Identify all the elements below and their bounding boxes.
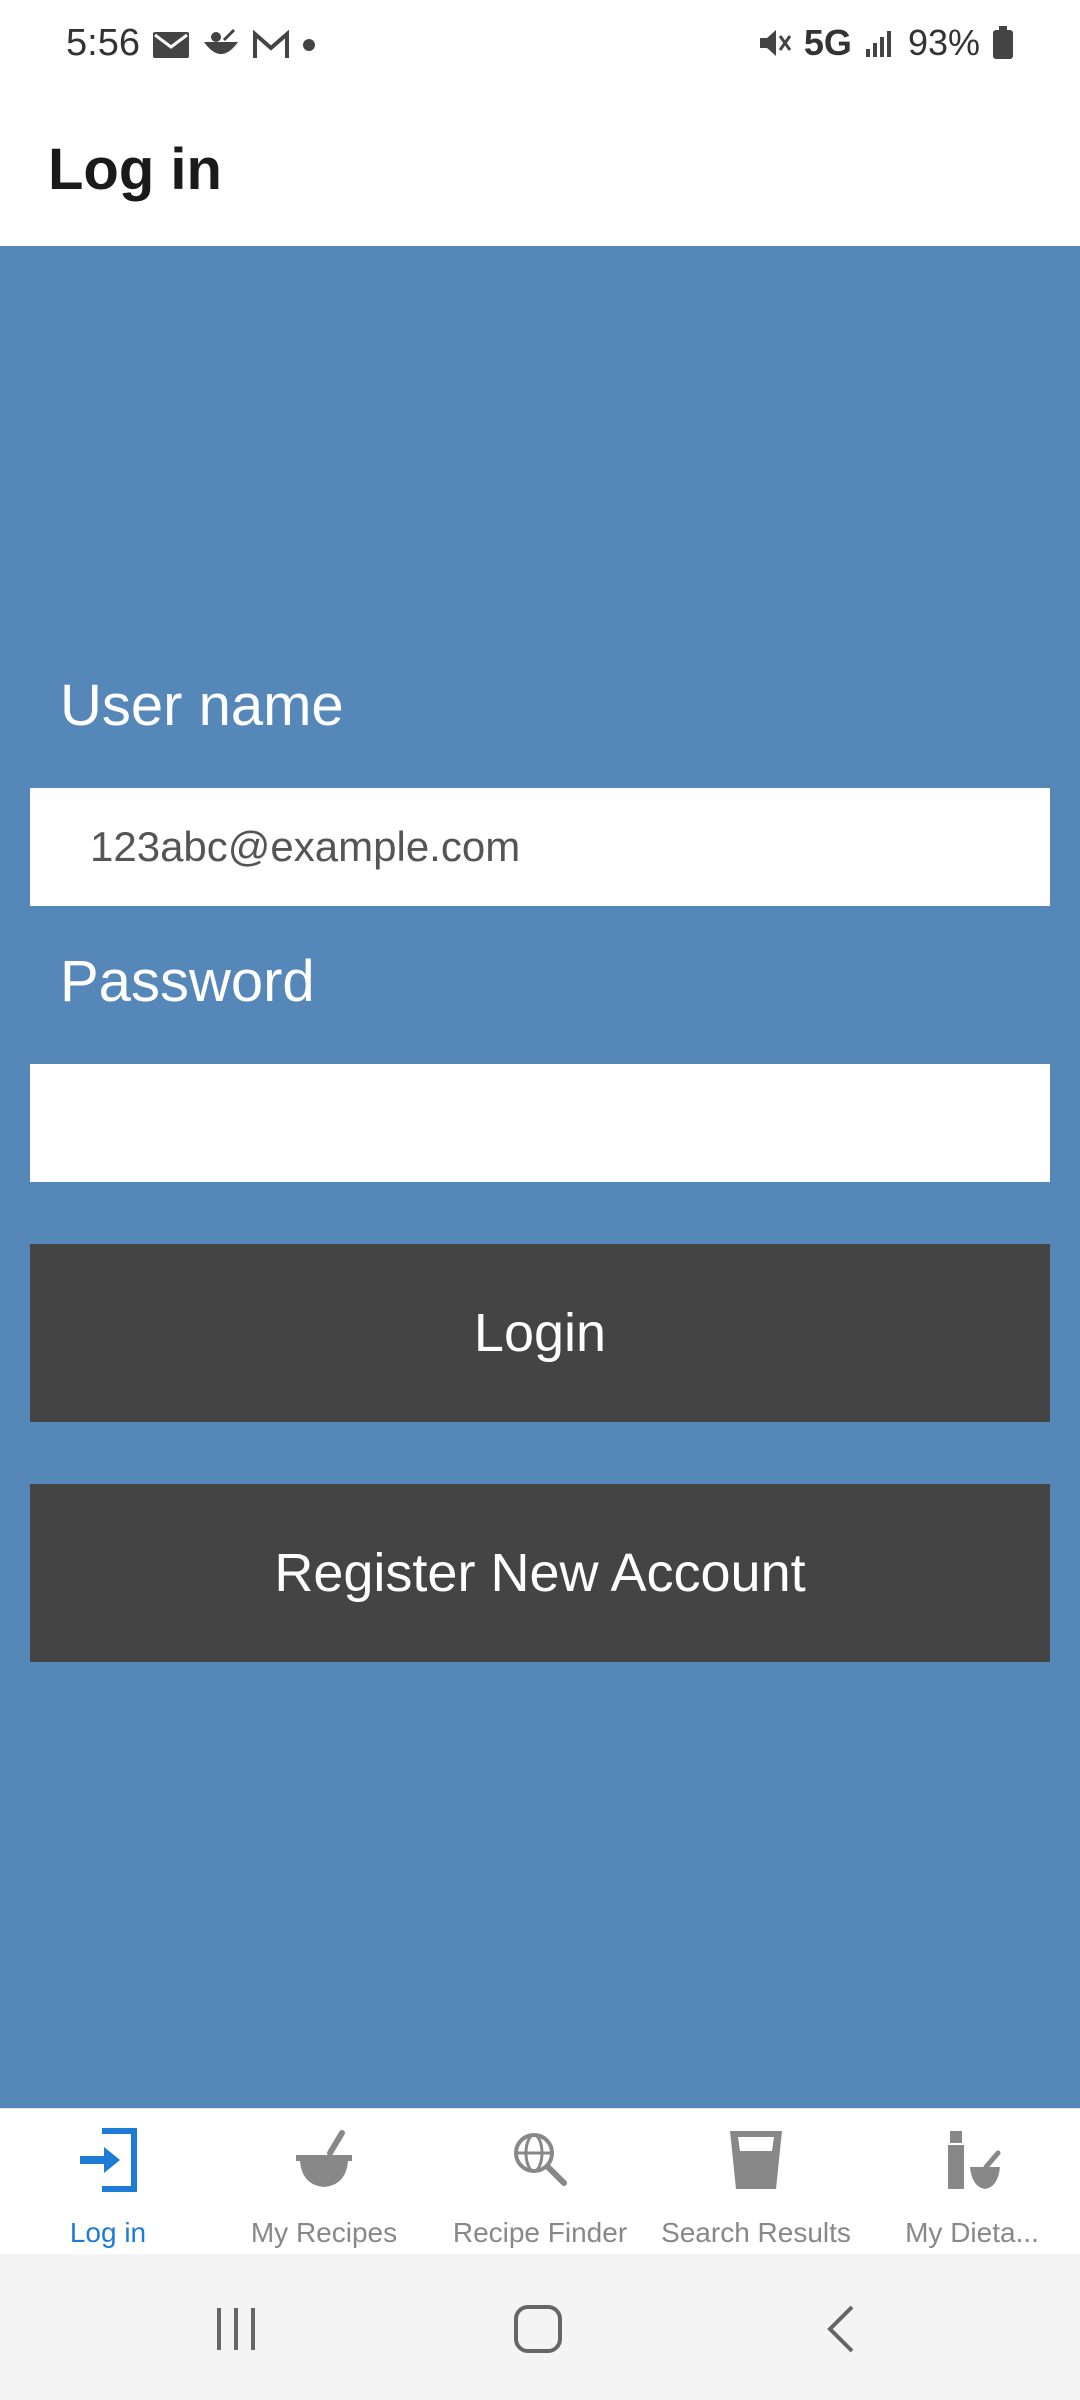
tab-my-dietary[interactable]: My Dieta... — [864, 2109, 1080, 2255]
username-label: User name — [60, 673, 344, 738]
bottle-bowl-icon — [948, 2131, 1001, 2189]
network-type: 5G — [803, 22, 852, 63]
notification-icons — [152, 28, 316, 62]
home-button[interactable] — [488, 2284, 588, 2374]
gmail-icon — [253, 30, 289, 58]
mortar-pestle-icon — [296, 2130, 352, 2187]
login-button[interactable]: Login — [30, 1244, 1050, 1422]
tab-label: My Recipes — [250, 2217, 398, 2248]
bottom-tab-bar: Log in My Recipes Recipe Finder Search R… — [0, 2108, 1080, 2255]
tab-search-results[interactable]: Search Results — [648, 2109, 864, 2255]
dot-icon — [303, 39, 315, 51]
login-icon — [80, 2128, 137, 2192]
status-time: 5:56 — [66, 22, 140, 64]
battery-icon — [993, 26, 1013, 59]
page-title: Log in — [48, 137, 222, 202]
tab-login[interactable]: Log in — [0, 2109, 216, 2255]
cooking-app-icon — [204, 28, 238, 54]
password-input[interactable] — [30, 1064, 1050, 1182]
login-form: User name Password Login Register New Ac… — [0, 246, 1080, 2108]
glass-icon — [730, 2131, 782, 2189]
password-label: Password — [60, 949, 315, 1014]
recent-apps-icon — [217, 2308, 255, 2350]
mail-icon — [153, 32, 189, 58]
register-button[interactable]: Register New Account — [30, 1484, 1050, 1662]
tab-label: Recipe Finder — [452, 2217, 628, 2248]
status-bar: 5:56 5G 93% — [0, 0, 1080, 100]
mute-icon — [759, 30, 792, 56]
tab-label: My Dieta... — [905, 2217, 1039, 2248]
username-input[interactable] — [30, 788, 1050, 906]
tab-recipe-finder[interactable]: Recipe Finder — [432, 2109, 648, 2255]
back-button[interactable] — [790, 2284, 890, 2374]
tab-label: Search Results — [661, 2217, 851, 2248]
tab-my-recipes[interactable]: My Recipes — [216, 2109, 432, 2255]
signal-icon — [865, 31, 891, 57]
status-right: 5G 93% — [758, 22, 1014, 64]
back-icon — [827, 2305, 854, 2353]
system-nav-bar — [0, 2254, 1080, 2400]
home-icon — [514, 2305, 562, 2353]
tab-label: Log in — [69, 2217, 147, 2248]
recent-apps-button[interactable] — [186, 2284, 286, 2374]
app-header: Log in — [0, 100, 1080, 246]
globe-search-icon — [514, 2133, 567, 2186]
battery-percent: 93% — [907, 22, 980, 63]
